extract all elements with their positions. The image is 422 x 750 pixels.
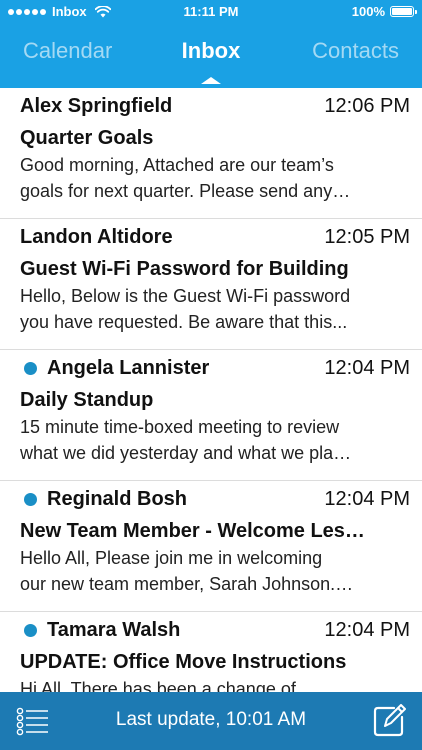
message-row[interactable]: Angela Lannister 12:04 PM Daily Standup … <box>0 350 422 481</box>
active-tab-indicator-icon <box>201 77 221 84</box>
message-preview: 15 minute time-boxed meeting to review w… <box>20 414 410 466</box>
message-preview-line: 15 minute time-boxed meeting to review <box>20 417 340 437</box>
message-time: 12:05 PM <box>324 226 410 248</box>
bottom-toolbar: Last update, 10:01 AM <box>0 692 422 750</box>
message-sender: Angela Lannister <box>20 354 209 382</box>
battery-icon <box>390 6 417 17</box>
status-bar: Inbox 11:11 PM 100% <box>0 0 422 24</box>
message-list[interactable]: Alex Springfield 12:06 PM Quarter Goals … <box>0 88 422 692</box>
unread-dot-icon <box>24 623 37 637</box>
top-tabs: Calendar Inbox Contacts <box>0 34 422 74</box>
message-subject: Daily Standup <box>20 389 154 411</box>
message-preview: Hi All. There has been a change of <box>20 676 410 692</box>
message-preview-line: Hello, Below is the Guest Wi-Fi password <box>20 286 351 306</box>
message-subject: New Team Member - Welcome Les… <box>20 520 365 542</box>
message-preview-line: Good morning, Attached are our team’s <box>20 155 334 175</box>
message-preview-line: goals for next quarter. Please send any… <box>20 181 351 201</box>
status-right: 100% <box>351 4 417 19</box>
message-subject: Guest Wi-Fi Password for Building <box>20 258 349 280</box>
message-row[interactable]: Alex Springfield 12:06 PM Quarter Goals … <box>0 88 422 219</box>
message-preview: Hello All, Please join me in welcoming o… <box>20 545 410 597</box>
unread-dot-icon <box>24 361 37 375</box>
unread-dot-icon <box>24 492 37 506</box>
message-preview: Hello, Below is the Guest Wi-Fi password… <box>20 283 410 335</box>
sender-name: Tamara Walsh <box>47 619 181 641</box>
message-preview-line: Hello All, Please join me in welcoming <box>20 548 323 568</box>
message-preview: Good morning, Attached are our team’s go… <box>20 152 410 204</box>
sender-name: Alex Springfield <box>20 95 173 117</box>
sender-name: Angela Lannister <box>47 357 210 379</box>
message-preview-line: our new team member, Sarah Johnson.… <box>20 574 354 594</box>
sender-name: Reginald Bosh <box>47 488 188 510</box>
battery-percent: 100% <box>351 4 385 19</box>
message-row[interactable]: Landon Altidore 12:05 PM Guest Wi-Fi Pas… <box>0 219 422 350</box>
message-sender: Landon Altidore <box>20 223 173 251</box>
message-preview-line: what we did yesterday and what we pla… <box>20 443 352 463</box>
sender-name: Landon Altidore <box>20 226 173 248</box>
tab-contacts[interactable]: Contacts <box>312 34 399 68</box>
message-time: 12:06 PM <box>324 95 410 117</box>
message-preview-line: you have requested. Be aware that this..… <box>20 312 348 332</box>
message-time: 12:04 PM <box>324 619 410 641</box>
message-time: 12:04 PM <box>324 488 410 510</box>
message-time: 12:04 PM <box>324 357 410 379</box>
message-preview-line: Hi All. There has been a change of <box>20 679 296 692</box>
message-sender: Alex Springfield <box>20 92 172 120</box>
message-subject: Quarter Goals <box>20 127 154 149</box>
message-row[interactable]: Reginald Bosh 12:04 PM New Team Member -… <box>0 481 422 612</box>
last-update-status: Last update, 10:01 AM <box>115 709 307 730</box>
message-subject: UPDATE: Office Move Instructions <box>20 651 347 673</box>
message-sender: Reginald Bosh <box>20 485 187 513</box>
app-header: Inbox 11:11 PM 100% Calendar Inbox Conta… <box>0 0 422 88</box>
message-row[interactable]: Tamara Walsh 12:04 PM UPDATE: Office Mov… <box>0 612 422 692</box>
compose-icon[interactable] <box>372 704 406 738</box>
message-sender: Tamara Walsh <box>20 616 180 644</box>
